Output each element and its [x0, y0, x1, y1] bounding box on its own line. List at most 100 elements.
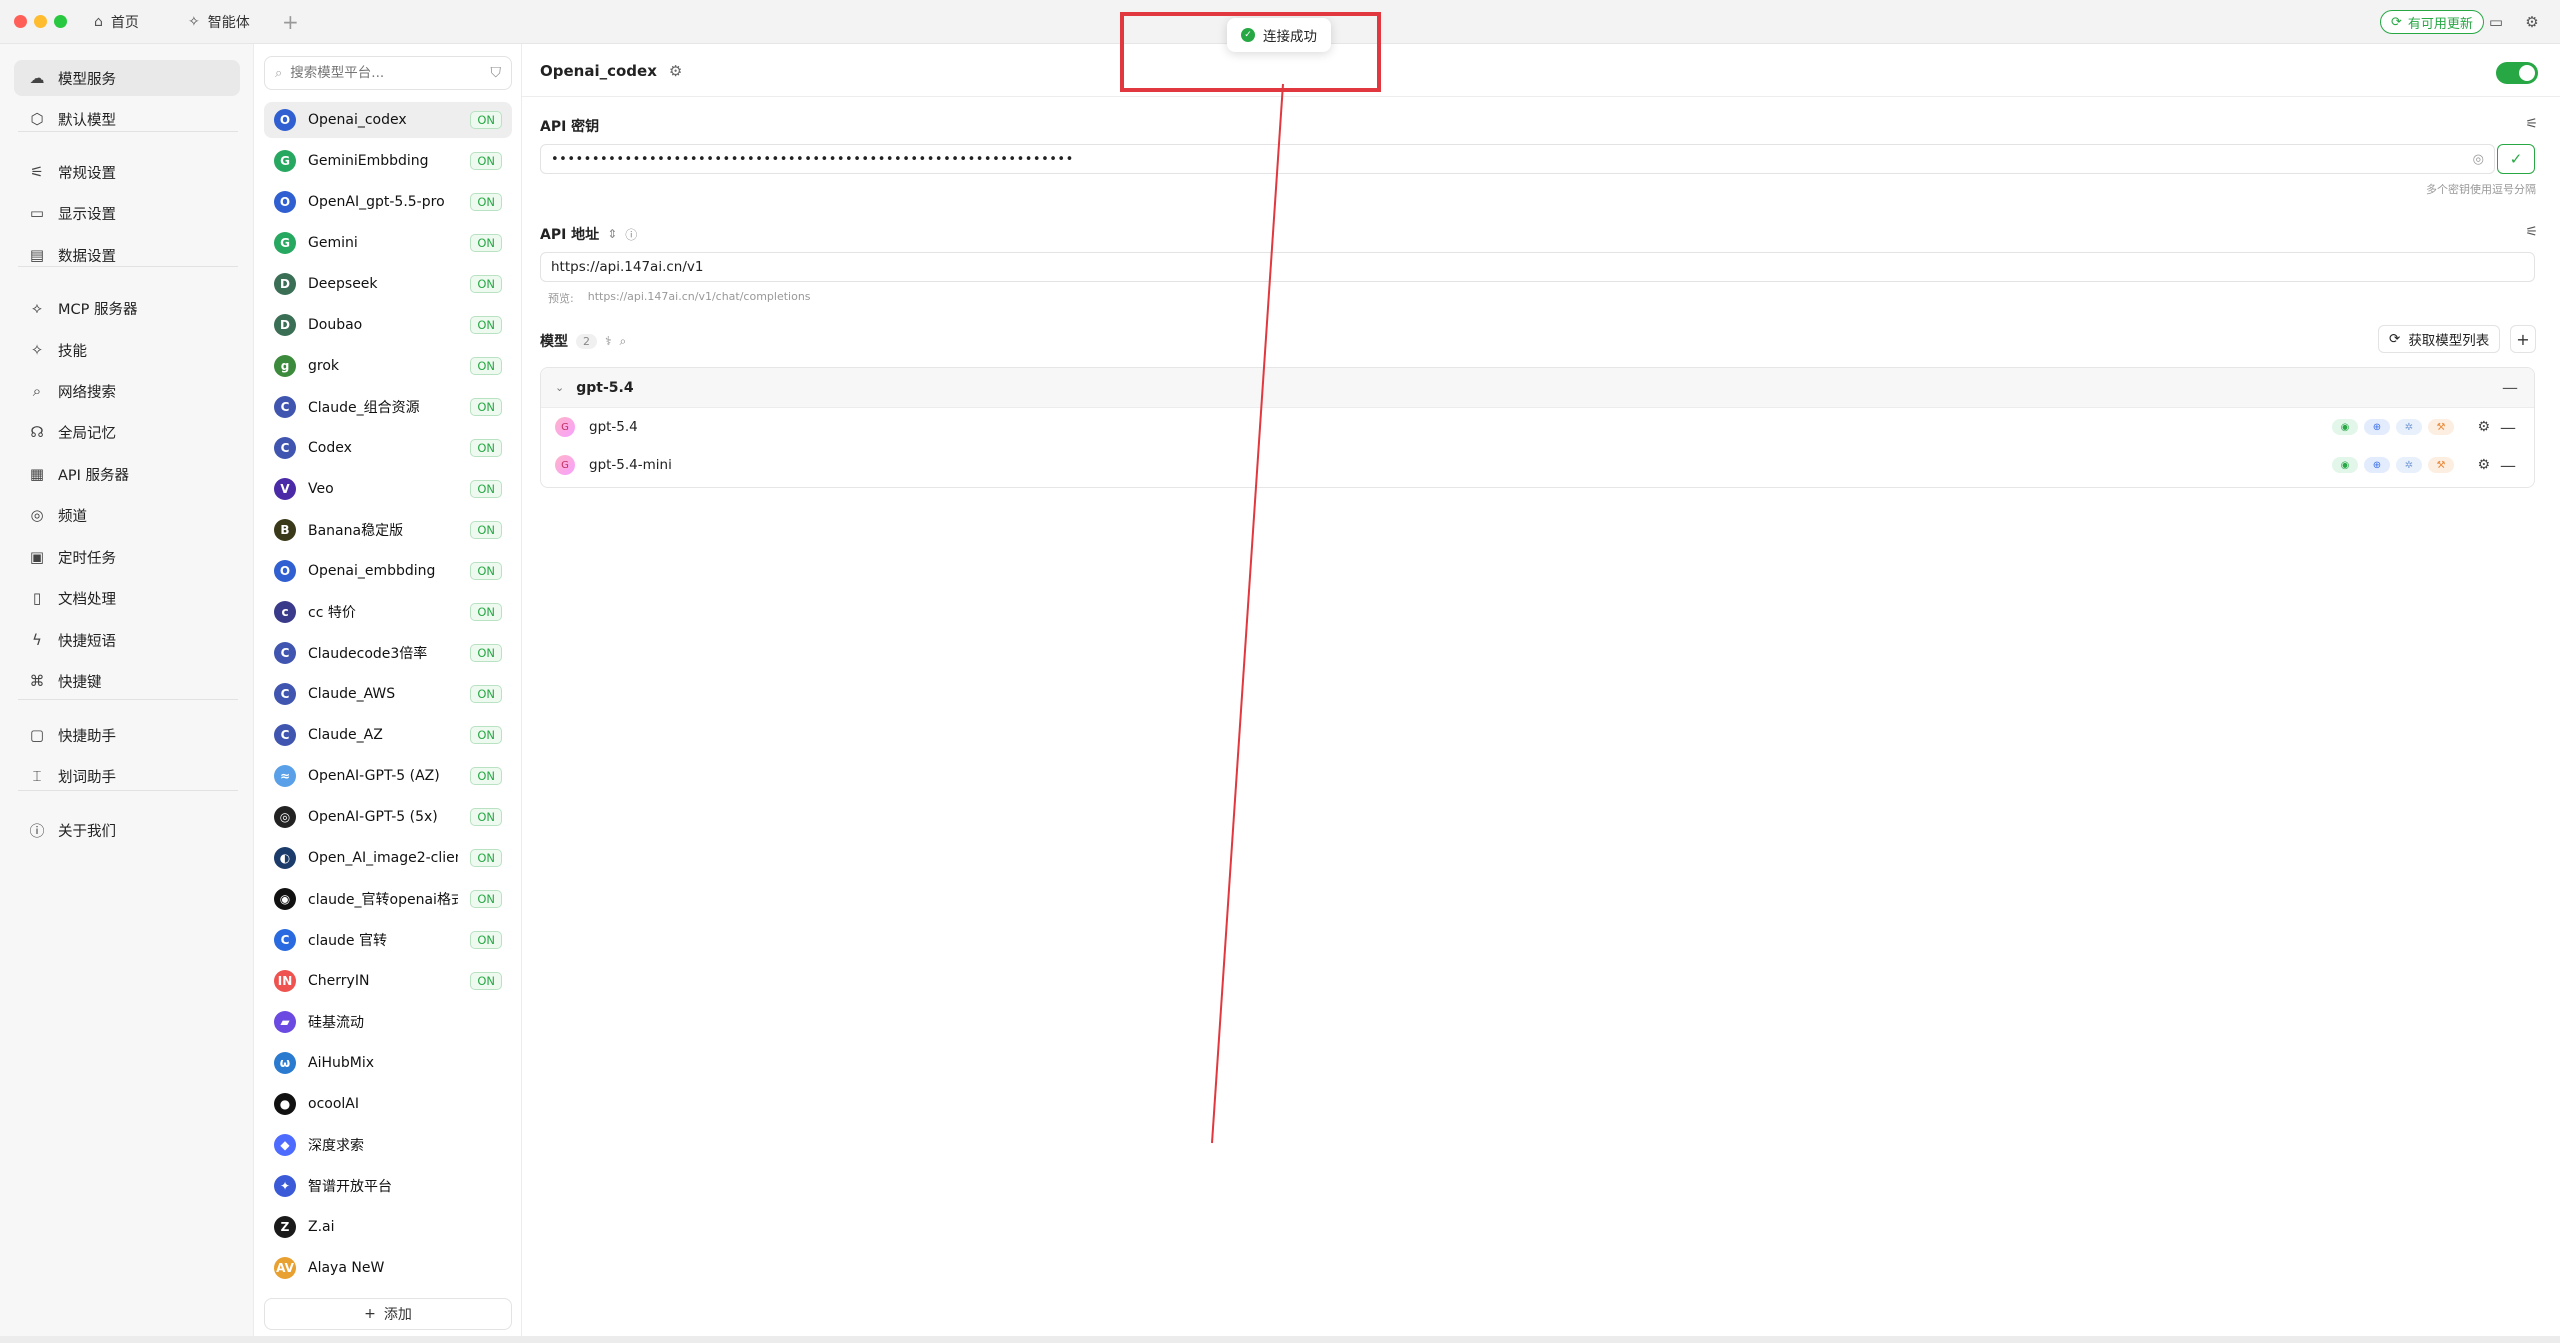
provider-item[interactable]: D Deepseek ON: [264, 266, 512, 302]
provider-on-badge: ON: [470, 152, 502, 170]
provider-item[interactable]: c cc 特价 ON: [264, 594, 512, 630]
settings-gear-icon[interactable]: ⚙: [2522, 12, 2542, 32]
sidebar-divider: [18, 266, 238, 267]
eye-off-icon[interactable]: ◎: [2473, 152, 2484, 167]
provider-on-badge: ON: [470, 849, 502, 867]
search-icon: ⌕: [32, 382, 42, 400]
api-key-settings-icon[interactable]: ⚟: [2525, 116, 2538, 132]
provider-item[interactable]: AV Alaya NeW: [264, 1250, 512, 1286]
provider-item[interactable]: ◎ OpenAI-GPT-5 (5x) ON: [264, 799, 512, 835]
sidebar-item-6[interactable]: ✧ 技能: [14, 332, 240, 368]
filter-icon[interactable]: ⛉: [491, 65, 502, 81]
sidebar-item-label: 技能: [58, 343, 87, 360]
model-row[interactable]: Ggpt-5.4 ◉ ⊕ ✲ ⚒ ⚙ —: [541, 408, 2534, 446]
provider-item[interactable]: C Claude_AZ ON: [264, 717, 512, 753]
provider-item[interactable]: O Openai_embbding ON: [264, 553, 512, 589]
check-api-key-button[interactable]: ✓: [2497, 144, 2535, 174]
provider-on-badge: ON: [470, 316, 502, 334]
sidebar-item-2[interactable]: ⚟ 常规设置: [14, 154, 240, 190]
swap-icon[interactable]: ⇕: [607, 227, 617, 241]
sidebar-item-13[interactable]: ϟ 快捷短语: [14, 622, 240, 658]
provider-item[interactable]: G GeminiEmbbding ON: [264, 143, 512, 179]
provider-avatar: ≈: [274, 765, 296, 787]
provider-item[interactable]: V Veo ON: [264, 471, 512, 507]
provider-item[interactable]: g grok ON: [264, 348, 512, 384]
update-available-button[interactable]: ⟳ 有可用更新: [2380, 10, 2484, 34]
provider-item[interactable]: IN CherryIN ON: [264, 963, 512, 999]
provider-item[interactable]: Z Z.ai: [264, 1209, 512, 1245]
sidebar-item-11[interactable]: ▣ 定时任务: [14, 539, 240, 575]
provider-item[interactable]: G Gemini ON: [264, 225, 512, 261]
provider-on-badge: ON: [470, 972, 502, 990]
provider-search-input[interactable]: [290, 65, 483, 81]
remove-model-icon[interactable]: —: [2500, 456, 2516, 475]
provider-item[interactable]: O Openai_codex ON: [264, 102, 512, 138]
add-tab-button[interactable]: +: [282, 10, 299, 34]
model-health-icon[interactable]: ⚕: [605, 334, 612, 348]
api-url-field[interactable]: https://api.147ai.cn/v1: [540, 252, 2535, 282]
provider-item[interactable]: ≈ OpenAI-GPT-5 (AZ) ON: [264, 758, 512, 794]
provider-item[interactable]: O OpenAI_gpt-5.5-pro ON: [264, 184, 512, 220]
provider-avatar: ◆: [274, 1134, 296, 1156]
api-key-field[interactable]: ••••••••••••••••••••••••••••••••••••••••…: [540, 144, 2495, 174]
provider-on-badge: ON: [470, 685, 502, 703]
sidebar-item-5[interactable]: ⟡ MCP 服务器: [14, 290, 240, 326]
provider-search[interactable]: ⌕ ⛉: [264, 56, 512, 90]
sidebar-item-3[interactable]: ▭ 显示设置: [14, 195, 240, 231]
provider-item[interactable]: ▰ 硅基流动: [264, 1004, 512, 1040]
sidebar-item-0[interactable]: ☁ 模型服务: [14, 60, 240, 96]
model-settings-icon[interactable]: ⚙: [2477, 419, 2490, 435]
provider-item[interactable]: ◐ Open_AI_image2-client ON: [264, 840, 512, 876]
provider-item[interactable]: C Claude_组合资源 ON: [264, 389, 512, 425]
provider-item[interactable]: B Banana稳定版 ON: [264, 512, 512, 548]
provider-item[interactable]: ● ocoolAI: [264, 1086, 512, 1122]
fetch-model-list-button[interactable]: ⟳ 获取模型列表: [2378, 325, 2501, 353]
provider-on-badge: ON: [470, 357, 502, 375]
provider-item[interactable]: ◉ claude_官转openai格式 ON: [264, 881, 512, 917]
sidebar-item-17[interactable]: ⓘ 关于我们: [14, 812, 240, 848]
maximize-window-button[interactable]: [54, 15, 67, 28]
minimize-window-button[interactable]: [34, 15, 47, 28]
provider-item[interactable]: Cclaude 官转 ON: [264, 922, 512, 958]
api-url-settings-icon[interactable]: ⚟: [2525, 224, 2538, 240]
provider-enable-toggle[interactable]: [2496, 62, 2538, 84]
provider-item[interactable]: C Claudecode3倍率 ON: [264, 635, 512, 671]
remove-group-icon[interactable]: —: [2502, 378, 2518, 397]
remove-model-icon[interactable]: —: [2500, 418, 2516, 437]
provider-on-badge: ON: [470, 193, 502, 211]
provider-item[interactable]: C Claude_AWS ON: [264, 676, 512, 712]
sidebar-item-15[interactable]: ▢ 快捷助手: [14, 717, 240, 753]
provider-avatar: C: [274, 396, 296, 418]
chevron-down-icon[interactable]: ⌄: [555, 381, 564, 394]
sidebar-item-16[interactable]: ⌶ 划词助手: [14, 758, 240, 794]
model-row[interactable]: Ggpt-5.4-mini ◉ ⊕ ✲ ⚒ ⚙ —: [541, 446, 2534, 484]
model-settings-icon[interactable]: ⚙: [2477, 457, 2490, 473]
model-search-icon[interactable]: ⌕: [620, 334, 627, 349]
sidebar-item-14[interactable]: ⌘ 快捷键: [14, 663, 240, 699]
refresh-icon: ⟳: [2389, 331, 2401, 347]
sidebar-item-4[interactable]: ▤ 数据设置: [14, 237, 240, 273]
add-provider-button[interactable]: + 添加: [264, 1298, 512, 1330]
provider-item[interactable]: ◆ 深度求索: [264, 1127, 512, 1163]
provider-item[interactable]: ✦ 智谱开放平台: [264, 1168, 512, 1204]
provider-avatar: ✦: [274, 1175, 296, 1197]
sidebar-item-9[interactable]: ▦ API 服务器: [14, 456, 240, 492]
sidebar-item-10[interactable]: ◎ 频道: [14, 497, 240, 533]
provider-item[interactable]: D Doubao ON: [264, 307, 512, 343]
add-model-button[interactable]: +: [2510, 325, 2536, 353]
sidebar-item-8[interactable]: ☊ 全局记忆: [14, 414, 240, 450]
monitor-icon[interactable]: ▭: [2486, 12, 2506, 32]
model-group-header[interactable]: ⌄ gpt-5.4 —: [541, 368, 2534, 408]
sidebar-item-12[interactable]: ▯ 文档处理: [14, 580, 240, 616]
provider-item[interactable]: C Codex ON: [264, 430, 512, 466]
help-icon[interactable]: ⓘ: [625, 226, 637, 243]
tab-home[interactable]: ⌂ 首页: [94, 10, 139, 34]
tab-agent[interactable]: ✧ 智能体: [188, 10, 250, 34]
provider-item[interactable]: ω AiHubMix: [264, 1045, 512, 1081]
model-name: gpt-5.4: [589, 419, 638, 435]
provider-settings-icon[interactable]: ⚙: [669, 62, 682, 80]
close-window-button[interactable]: [14, 15, 27, 28]
assistant-icon: ▢: [29, 726, 45, 744]
sidebar-item-7[interactable]: ⌕ 网络搜索: [14, 373, 240, 409]
provider-name: Gemini: [308, 235, 358, 251]
